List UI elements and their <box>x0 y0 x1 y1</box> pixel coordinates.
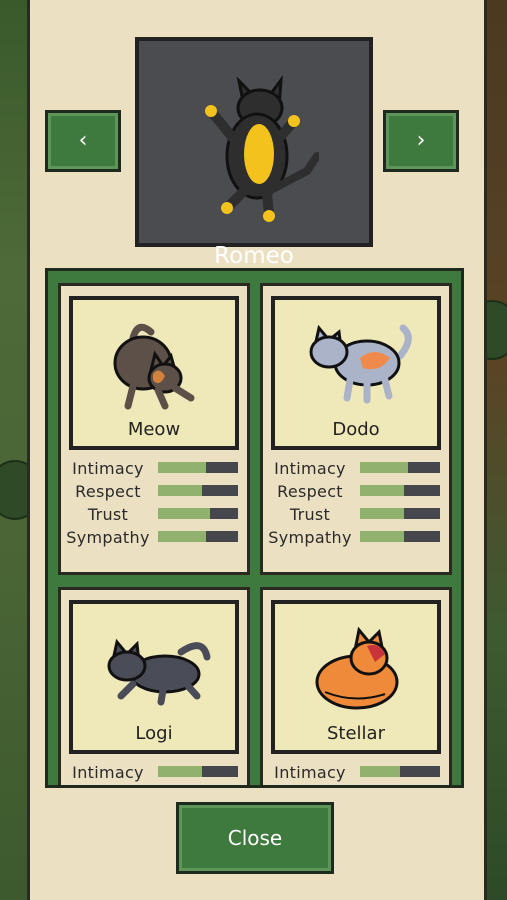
close-button-label: Close <box>227 826 283 850</box>
stat-list: Intimacy Respect Trust Sympathy <box>63 458 245 550</box>
sympathy-bar <box>158 531 238 542</box>
stat-label: Intimacy <box>72 763 144 782</box>
intimacy-bar <box>158 462 238 473</box>
stat-label: Intimacy <box>274 459 346 478</box>
sympathy-bar <box>360 531 440 542</box>
cat-card[interactable]: Dodo Intimacy Respect Trust Sympathy <box>260 283 452 575</box>
cat-name: Stellar <box>327 723 385 744</box>
intimacy-bar <box>360 462 440 473</box>
stat-label: Respect <box>277 482 343 501</box>
featured-cat-portrait: Romeo <box>132 34 376 269</box>
stat-label: Trust <box>289 505 331 524</box>
cat-relationship-grid[interactable]: Meow Intimacy Respect Trust Sympathy Dod… <box>45 268 464 788</box>
cat-card-art: Meow <box>69 296 239 450</box>
stat-label: Sympathy <box>66 528 150 547</box>
cat-card[interactable]: Meow Intimacy Respect Trust Sympathy <box>58 283 250 575</box>
stat-label: Respect <box>63 786 153 788</box>
previous-cat-button[interactable]: ‹ <box>45 110 121 172</box>
intimacy-bar <box>158 766 238 777</box>
stat-label: Sympathy <box>268 528 352 547</box>
stat-label: Trust <box>87 505 129 524</box>
cat-name: Meow <box>127 419 181 440</box>
stat-label: Intimacy <box>72 459 144 478</box>
cat-card[interactable]: Stellar Intimacy Respect Trust Sympathy <box>260 587 452 788</box>
chevron-right-icon: › <box>416 128 426 153</box>
stat-label: Respect <box>75 482 141 501</box>
logi-cat-art <box>107 638 211 706</box>
romeo-cat-art <box>205 75 319 222</box>
meow-cat-art <box>113 323 195 410</box>
dodo-cat-art <box>309 324 412 404</box>
background-left <box>0 0 40 900</box>
chevron-left-icon: ‹ <box>78 128 88 153</box>
stellar-cat-art <box>315 626 399 710</box>
close-button[interactable]: Close <box>176 802 334 874</box>
stat-list: Intimacy Respect Trust Sympathy <box>63 762 245 788</box>
cat-name: Dodo <box>332 419 380 440</box>
cat-card-art: Dodo <box>271 296 441 450</box>
cat-name: Logi <box>135 723 173 744</box>
stat-list: Intimacy Respect Trust Sympathy <box>265 458 447 550</box>
cat-card[interactable]: Logi Intimacy Respect Trust Sympathy <box>58 587 250 788</box>
cat-card-art: Stellar <box>271 600 441 754</box>
trust-bar <box>158 508 238 519</box>
next-cat-button[interactable]: › <box>383 110 459 172</box>
stat-label: Respect <box>265 786 355 788</box>
respect-bar <box>360 485 440 496</box>
trust-bar <box>360 508 440 519</box>
cat-card-art: Logi <box>69 600 239 754</box>
stat-list: Intimacy Respect Trust Sympathy <box>265 762 447 788</box>
respect-bar <box>158 485 238 496</box>
featured-cat-name: Romeo <box>214 243 294 269</box>
stat-label: Intimacy <box>274 763 346 782</box>
intimacy-bar <box>360 766 440 777</box>
